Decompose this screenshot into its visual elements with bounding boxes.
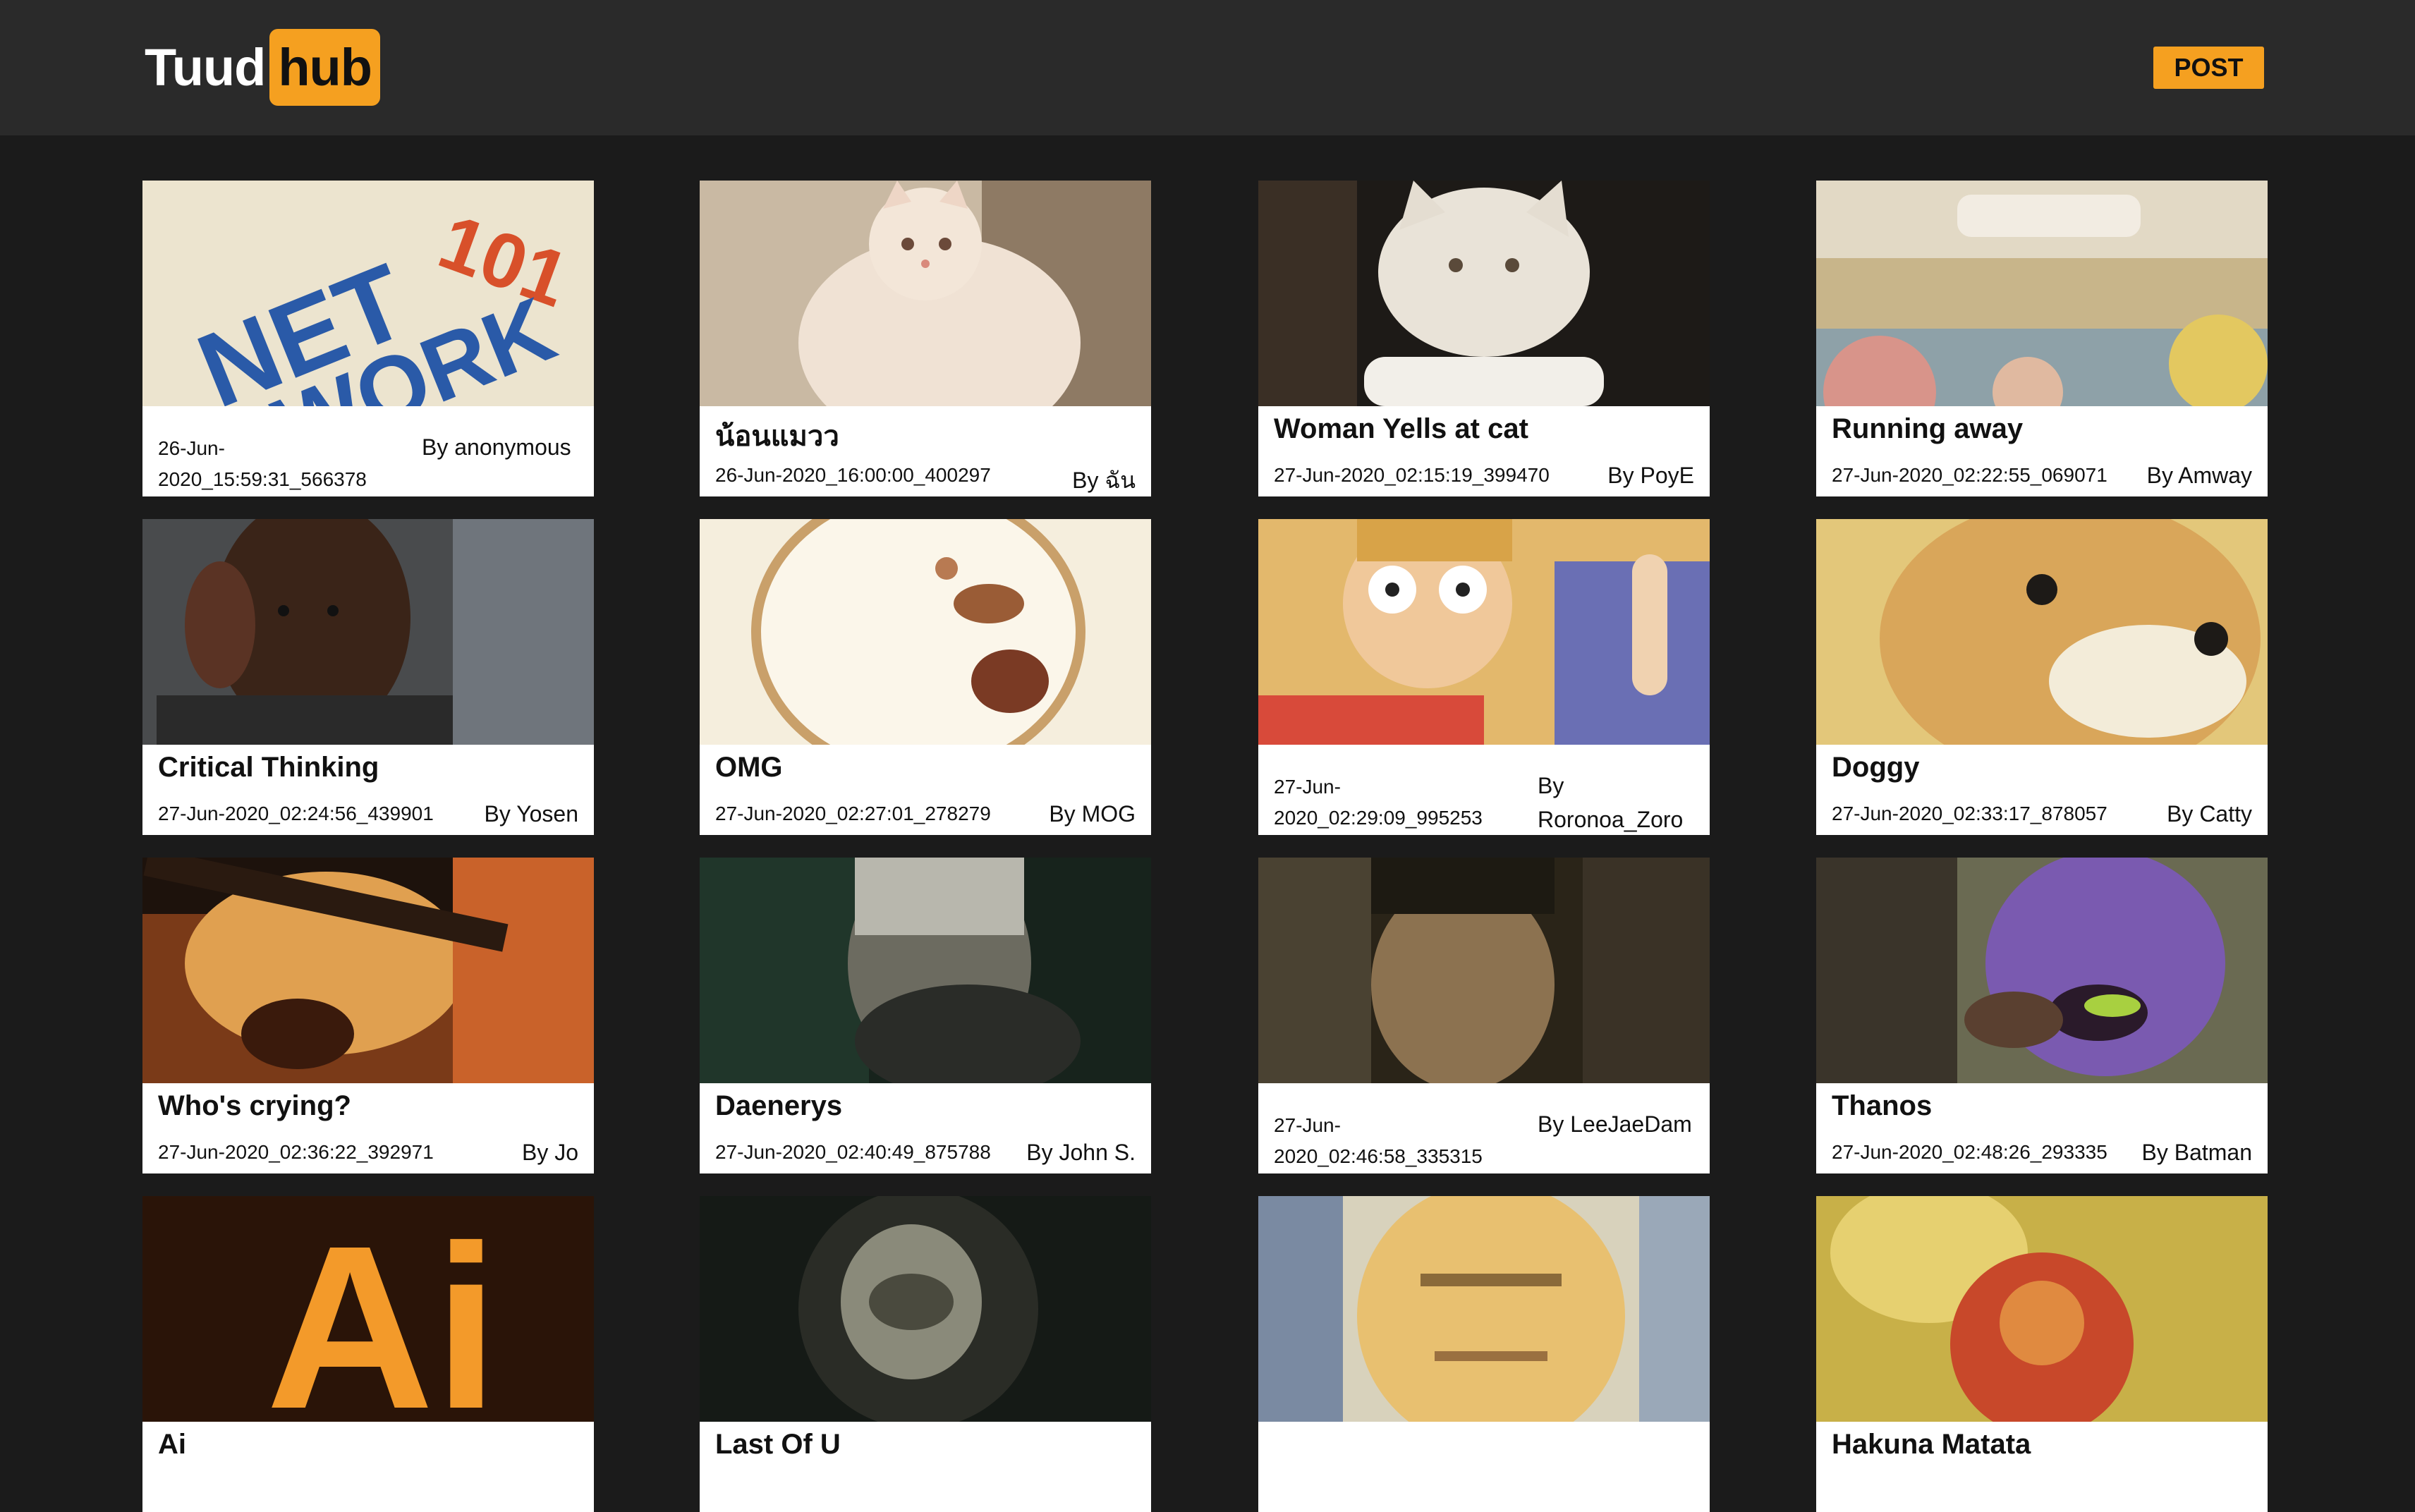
meme-card[interactable]: OMG 27-Jun-2020_02:27:01_278279 By MOG [700, 519, 1151, 835]
meme-thumbnail-white-cat-at-table[interactable] [1258, 181, 1710, 406]
meme-thumbnail-thanos-eating[interactable] [1816, 858, 2268, 1083]
meme-title: OMG [715, 752, 783, 783]
meme-thumbnail-rage-face[interactable] [700, 519, 1151, 745]
meme-timestamp: 27-Jun-2020_02:27:01_278279 [715, 803, 991, 824]
meme-card[interactable]: NET 101 WORK 26-Jun-2020_15:59:31_566378 By … [142, 181, 594, 496]
meme-thumbnail-white-kitten[interactable] [700, 181, 1151, 406]
meme-card[interactable]: Thanos 27-Jun-2020_02:48:26_293335 By Batm… [1816, 858, 2268, 1173]
meme-title: Running away [1832, 413, 2024, 444]
meme-thumbnail-network-101-text[interactable]: NET 101 WORK [142, 181, 594, 406]
meme-card[interactable]: Daenerys 27-Jun-2020_02:40:49_875788 By Jo… [700, 858, 1151, 1173]
meme-card[interactable]: 27-Jun-2020_02:29:09_995253 By Roronoa_Zo… [1258, 519, 1710, 835]
svg-text:Ai: Ai [266, 1197, 499, 1422]
meme-thumbnail-adobe-ai-logo[interactable]: Ai [142, 1196, 594, 1422]
meme-thumbnail-dark-figure[interactable] [700, 1196, 1151, 1422]
meme-timestamp: 26-Jun-2020_15:59:31_566378 [158, 437, 367, 490]
meme-title: Critical Thinking [158, 752, 379, 783]
meme-timestamp: 27-Jun-2020_02:33:17_878057 [1832, 803, 2107, 824]
meme-thumbnail-anime-crying[interactable] [142, 858, 594, 1083]
meme-timestamp: 27-Jun-2020_02:24:56_439901 [158, 803, 434, 824]
meme-card[interactable]: Doggy 27-Jun-2020_02:33:17_878057 By Catty [1816, 519, 2268, 835]
meme-author: By Roronoa_Zoro [1538, 773, 1684, 832]
meme-title: Thanos [1832, 1090, 1933, 1121]
meme-author: By ฉัน [1072, 468, 1136, 493]
meme-author: By MOG [1049, 801, 1136, 827]
meme-author: By LeeJaeDam [1538, 1111, 1692, 1137]
meme-card[interactable]: น้อนแมวว 26-Jun-2020_16:00:00_400297 By ฉั… [700, 181, 1151, 496]
meme-title: Woman Yells at cat [1274, 413, 1528, 444]
meme-card[interactable]: Hakuna Matata [1816, 1196, 2268, 1512]
meme-card[interactable]: Last Of U [700, 1196, 1151, 1512]
meme-author: By anonymous [422, 434, 571, 460]
meme-timestamp: 27-Jun-2020_02:46:58_335315 [1274, 1114, 1483, 1167]
meme-author: By John S. [1026, 1140, 1136, 1165]
logo-text-part2: hub [269, 29, 380, 106]
meme-timestamp: 27-Jun-2020_02:40:49_875788 [715, 1141, 991, 1163]
meme-card[interactable]: 27-Jun-2020_02:46:58_335315 By LeeJaeDam [1258, 858, 1710, 1173]
meme-timestamp: 27-Jun-2020_02:22:55_069071 [1832, 464, 2107, 486]
meme-thumbnail-dark-scene[interactable] [700, 858, 1151, 1083]
meme-author: By PoyE [1607, 463, 1694, 488]
meme-card[interactable]: Who's crying? 27-Jun-2020_02:36:22_392971… [142, 858, 594, 1173]
meme-title: Hakuna Matata [1832, 1429, 2031, 1460]
logo-text-part1: Tuud [145, 38, 266, 97]
meme-card[interactable]: Woman Yells at cat 27-Jun-2020_02:15:19_3… [1258, 181, 1710, 496]
tuudhub-logo[interactable]: Tuud hub [145, 29, 380, 106]
meme-thumbnail-smiling-face[interactable] [1258, 1196, 1710, 1422]
meme-thumbnail-cartoon-characters[interactable] [1816, 181, 2268, 406]
meme-thumbnail-man-thinking[interactable] [142, 519, 594, 745]
meme-thumbnail-anime-boy[interactable] [1258, 519, 1710, 745]
meme-timestamp: 27-Jun-2020_02:29:09_995253 [1274, 776, 1483, 829]
top-navbar: Tuud hub POST [0, 0, 2415, 135]
meme-author: By Catty [2167, 801, 2252, 827]
meme-author: By Batman [2141, 1140, 2252, 1165]
meme-title: Last Of U [715, 1429, 841, 1460]
meme-author: By Yosen [484, 801, 578, 827]
meme-title: Doggy [1832, 752, 1920, 783]
meme-timestamp: 27-Jun-2020_02:15:19_399470 [1274, 464, 1550, 486]
meme-title: Daenerys [715, 1090, 843, 1121]
meme-timestamp: 26-Jun-2020_16:00:00_400297 [715, 464, 991, 486]
meme-author: By Jo [521, 1140, 578, 1165]
post-button[interactable]: POST [2153, 47, 2264, 89]
meme-card[interactable]: Critical Thinking 27-Jun-2020_02:24:56_43… [142, 519, 594, 835]
meme-title: น้อนแมวว [715, 421, 839, 452]
meme-title: Who's crying? [158, 1090, 351, 1121]
meme-timestamp: 27-Jun-2020_02:48:26_293335 [1832, 1141, 2107, 1163]
meme-title: Ai [158, 1429, 186, 1460]
meme-thumbnail-game-character[interactable] [1258, 858, 1710, 1083]
meme-card[interactable]: Ai Ai [142, 1196, 594, 1512]
meme-thumbnail-shiba-doge[interactable] [1816, 519, 2268, 745]
meme-card[interactable]: Running away 27-Jun-2020_02:22:55_069071 B… [1816, 181, 2268, 496]
meme-timestamp: 27-Jun-2020_02:36:22_392971 [158, 1141, 434, 1163]
meme-card[interactable] [1258, 1196, 1710, 1512]
meme-author: By Amway [2146, 463, 2252, 488]
meme-thumbnail-lion-king[interactable] [1816, 1196, 2268, 1422]
